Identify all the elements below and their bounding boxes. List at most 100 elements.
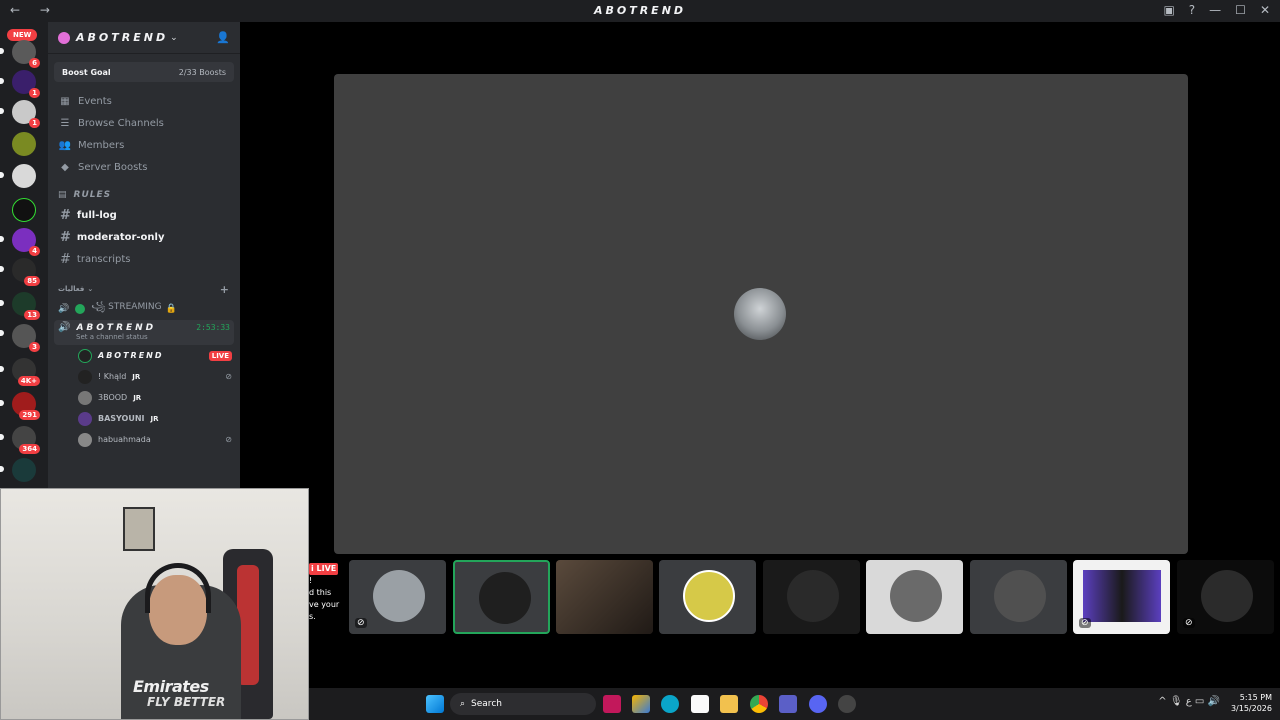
participant-tile[interactable] (453, 560, 550, 634)
teams-icon[interactable] (779, 695, 797, 713)
participant-tile[interactable] (659, 560, 756, 634)
server-icon[interactable] (12, 198, 36, 222)
volume-icon[interactable]: 🔊 (1208, 696, 1220, 707)
speaker-icon: 🔊 (58, 304, 70, 314)
mute-icon: ⊘ (225, 435, 232, 444)
avatar (1201, 570, 1253, 622)
search-placeholder: Search (471, 699, 502, 709)
close-button[interactable]: ✕ (1260, 3, 1270, 17)
chat-peek: i LIVE ! d this ve your s. (309, 563, 340, 621)
help-icon[interactable]: ? (1189, 3, 1195, 17)
boost-count: 2/33 Boosts (178, 67, 226, 77)
language-indicator[interactable]: ع (1186, 696, 1192, 707)
unread-pill (0, 48, 4, 54)
avatar (1083, 570, 1161, 622)
clock-date: 3/15/2026 (1230, 704, 1272, 713)
app-icon[interactable] (603, 695, 621, 713)
participant-tile[interactable] (866, 560, 963, 634)
avatar (683, 570, 735, 622)
chevron-up-icon[interactable]: ^ (1158, 696, 1166, 707)
invite-icon[interactable]: 👤 (216, 31, 230, 44)
stream-stage[interactable] (334, 74, 1188, 554)
headphones (145, 563, 211, 613)
avatar (78, 411, 92, 426)
participant-tile[interactable]: ⊘ (1073, 560, 1170, 634)
avatar (479, 572, 531, 624)
participant-tile[interactable] (556, 560, 653, 634)
server-icon[interactable]: 85 (12, 258, 40, 286)
server-icon[interactable]: 4K+ (12, 358, 40, 386)
edge-icon[interactable] (661, 695, 679, 713)
voice-channel-streaming[interactable]: 🔊 ꧁ STREAMING 🔒 (48, 298, 240, 320)
mic-icon[interactable]: 🎙 (1170, 696, 1183, 707)
participant-tile[interactable]: ⊘ (1177, 560, 1274, 634)
unread-pill (0, 300, 4, 306)
title-bar: ← → ABOTREND ▣ ? — ☐ ✕ (0, 0, 1280, 22)
copilot-icon[interactable] (632, 695, 650, 713)
menu-members[interactable]: 👥 Members (48, 134, 240, 156)
participant-tile[interactable] (763, 560, 860, 634)
avatar (787, 570, 839, 622)
server-icon[interactable]: 4 (12, 228, 40, 256)
clock[interactable]: 5:15 PM 3/15/2026 (1231, 692, 1272, 714)
avatar (78, 348, 92, 363)
server-icon[interactable]: 6 (12, 40, 40, 68)
voice-channel-active[interactable]: 🔊 ABOTREND 2:53:33 Set a channel status (54, 320, 234, 345)
system-tray[interactable]: ^ 🎙 ع ▭ 🔊 (1158, 696, 1220, 707)
notepad-icon[interactable] (691, 695, 709, 713)
avatar (556, 560, 653, 634)
voice-user[interactable]: ABOTREND LIVE (48, 345, 240, 366)
discord-icon[interactable] (809, 695, 827, 713)
server-icon[interactable]: 3 (12, 324, 40, 352)
taskbar-search[interactable]: ⌕ Search (450, 693, 596, 715)
avatar (373, 570, 425, 622)
server-icon[interactable]: 1 (12, 70, 40, 98)
jersey-text: Emirates (133, 677, 209, 696)
channel-moderator-only[interactable]: # moderator-only (48, 226, 240, 248)
server-icon[interactable] (12, 458, 36, 482)
unread-pill (0, 434, 4, 440)
menu-browse-channels[interactable]: ☰ Browse Channels (48, 112, 240, 134)
windows-start-icon[interactable] (426, 695, 444, 713)
avatar (78, 390, 92, 405)
tag-badge: JR (132, 372, 141, 381)
menu-server-boosts[interactable]: ◆ Server Boosts (48, 156, 240, 178)
add-channel-icon[interactable]: + (220, 283, 230, 296)
channel-transcripts[interactable]: # transcripts (48, 248, 240, 270)
voice-user[interactable]: ! Khąld JR ⊘ (48, 366, 240, 387)
channel-status[interactable]: Set a channel status (58, 333, 230, 341)
server-icon[interactable]: 291 (12, 392, 40, 420)
unread-pill (0, 236, 4, 242)
category-rules[interactable]: ▤ RULES (48, 186, 240, 204)
unread-pill (0, 108, 4, 114)
hash-icon: # (60, 251, 71, 267)
voice-user[interactable]: habuahmada ⊘ (48, 429, 240, 450)
avatar (890, 570, 942, 622)
chrome-icon[interactable] (750, 695, 768, 713)
server-icon[interactable]: 13 (12, 292, 40, 320)
boost-goal-label: Boost Goal (62, 67, 111, 77)
network-icon[interactable]: ▭ (1195, 696, 1204, 707)
inbox-icon[interactable]: ▣ (1163, 3, 1174, 17)
app-icon[interactable] (838, 695, 856, 713)
server-icon[interactable] (12, 132, 36, 156)
participant-tile[interactable]: ⊘ (349, 560, 446, 634)
server-header[interactable]: ABOTREND ⌄ 👤 (48, 22, 240, 54)
announce-icon: ▤ (58, 190, 68, 200)
server-icon[interactable]: 364 (12, 426, 40, 454)
voice-user[interactable]: 3BOOD JR (48, 387, 240, 408)
category-voice[interactable]: فعاليات ⌄ + (48, 280, 240, 298)
maximize-button[interactable]: ☐ (1235, 3, 1246, 17)
channel-full-log[interactable]: # full-log (48, 204, 240, 226)
minimize-button[interactable]: — (1209, 3, 1221, 17)
boost-goal-bar[interactable]: Boost Goal 2/33 Boosts (54, 62, 234, 82)
voice-user[interactable]: BASYOUNI JR (48, 408, 240, 429)
boost-icon: ◆ (61, 161, 69, 173)
menu-events[interactable]: ▦ Events (48, 90, 240, 112)
server-icon[interactable]: 1 (12, 100, 40, 128)
file-explorer-icon[interactable] (720, 695, 738, 713)
server-icon[interactable] (12, 164, 36, 188)
browse-icon: ☰ (60, 117, 70, 129)
participant-tile[interactable] (970, 560, 1067, 634)
avatar (78, 369, 92, 384)
